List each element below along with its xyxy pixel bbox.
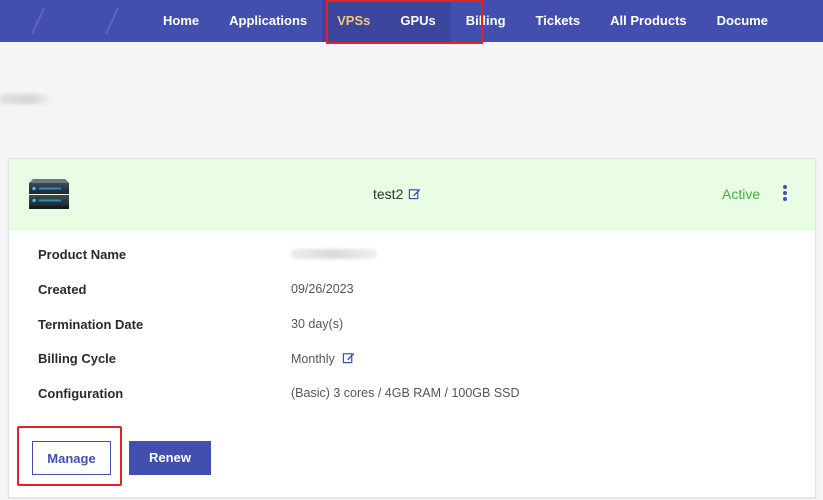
renew-button[interactable]: Renew <box>129 441 211 475</box>
service-name: test2 <box>373 186 404 202</box>
more-options-icon[interactable] <box>780 185 790 203</box>
nav-item-home[interactable]: Home <box>148 0 214 42</box>
server-icon <box>29 179 69 209</box>
logo-icon[interactable] <box>0 0 150 42</box>
detail-value-with-edit: Monthly <box>291 351 355 366</box>
breadcrumb-redacted <box>0 94 50 104</box>
detail-label: Product Name <box>38 247 127 262</box>
nav-item-documentation[interactable]: Docume <box>702 0 783 42</box>
nav-item-all-products[interactable]: All Products <box>595 0 702 42</box>
highlight-box-manage <box>17 426 122 486</box>
nav-item-applications[interactable]: Applications <box>214 0 322 42</box>
nav-item-tickets[interactable]: Tickets <box>521 0 596 42</box>
service-card-header: test2 Active <box>9 159 815 231</box>
service-card: test2 Active Product Name Created 09/26/… <box>8 158 816 498</box>
detail-value: Monthly <box>291 352 335 366</box>
detail-label: Configuration <box>38 386 124 401</box>
status-badge: Active <box>722 186 761 202</box>
detail-label: Termination Date <box>38 317 144 332</box>
product-name-redacted <box>291 249 377 259</box>
detail-label: Created <box>38 282 87 297</box>
service-title: test2 <box>373 186 421 202</box>
edit-icon[interactable] <box>342 351 355 364</box>
detail-value: 30 day(s) <box>291 317 344 331</box>
detail-value: (Basic) 3 cores / 4GB RAM / 100GB SSD <box>291 386 520 400</box>
edit-icon[interactable] <box>408 187 421 200</box>
detail-value: 09/26/2023 <box>291 282 354 296</box>
highlight-box-nav <box>326 0 483 44</box>
detail-label: Billing Cycle <box>38 351 117 366</box>
